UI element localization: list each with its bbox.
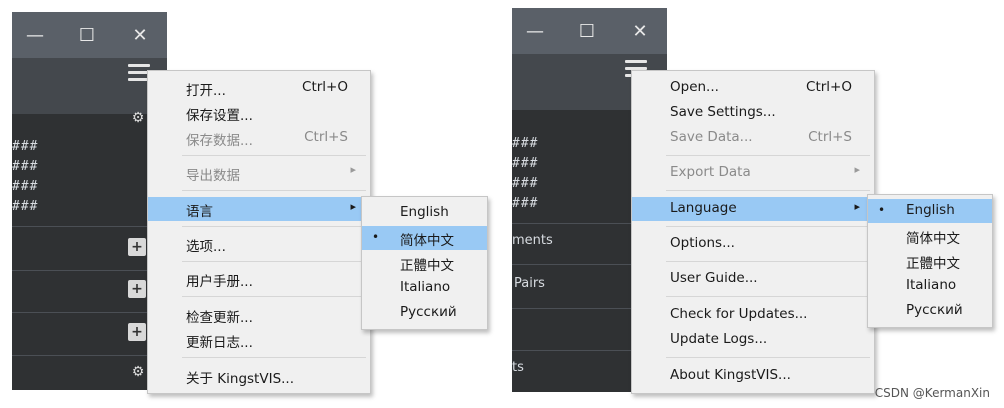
menu-item-open[interactable]: Open... Ctrl+O — [632, 77, 874, 99]
hash-line: ### — [512, 156, 539, 171]
title-bar: — ☐ ✕ — [512, 8, 667, 54]
language-option-italian[interactable]: Italiano — [868, 275, 992, 297]
submenu-arrow-icon: ▸ — [350, 163, 356, 176]
selected-bullet-icon: • — [878, 203, 886, 217]
maximize-button[interactable]: ☐ — [64, 12, 110, 58]
side-panel-label: ts — [512, 360, 524, 375]
main-menu: Open... Ctrl+O Save Settings... Save Dat… — [631, 70, 875, 394]
left-app-window: — ☐ ✕ ⚙ ### ### ### ### + + + ⚙ — [12, 12, 167, 390]
menu-item-user-guide[interactable]: User Guide... — [632, 268, 874, 290]
menu-item-options[interactable]: Options... — [632, 233, 874, 255]
divider — [12, 270, 167, 271]
menu-separator — [182, 226, 366, 227]
hash-line: ### — [12, 199, 39, 214]
channel-placeholder-text: ### ### ### ### — [12, 137, 38, 217]
close-button[interactable]: ✕ — [617, 8, 663, 54]
menu-item-user-guide[interactable]: 用户手册... — [148, 268, 370, 290]
gear-icon[interactable]: ⚙ — [130, 110, 146, 126]
submenu-arrow-icon: ▸ — [854, 200, 860, 213]
menu-separator — [182, 155, 366, 156]
minimize-button[interactable]: — — [12, 12, 58, 58]
close-button[interactable]: ✕ — [117, 12, 163, 58]
language-option-english[interactable]: English — [362, 202, 487, 224]
add-button[interactable]: + — [128, 280, 146, 298]
menu-separator — [182, 190, 366, 191]
title-bar: — ☐ ✕ — [12, 12, 167, 58]
menu-item-save-data: Save Data... Ctrl+S — [670, 129, 852, 145]
side-panel-label: Pairs — [514, 276, 545, 291]
menu-item-update-logs[interactable]: Update Logs... — [632, 329, 874, 351]
language-option-english[interactable]: • English — [868, 199, 992, 223]
channel-placeholder-text: ### ### ### ### — [512, 134, 538, 214]
add-button[interactable]: + — [128, 323, 146, 341]
submenu-arrow-icon: ▸ — [350, 200, 356, 213]
hash-line: ### — [512, 136, 539, 151]
menu-item-language[interactable]: Language ▸ — [632, 197, 874, 221]
hash-line: ### — [512, 176, 539, 191]
watermark: CSDN @KermanXin — [874, 386, 990, 400]
selected-bullet-icon: • — [372, 230, 380, 244]
language-option-simplified-chinese[interactable]: 简体中文 — [868, 225, 992, 247]
language-option-traditional-chinese[interactable]: 正體中文 — [362, 252, 487, 274]
menu-item-options[interactable]: 选项... — [148, 233, 370, 255]
menu-item-update-logs[interactable]: 更新日志... — [148, 329, 370, 351]
language-option-russian[interactable]: Русский — [362, 302, 487, 324]
divider — [12, 355, 167, 356]
language-option-italian[interactable]: Italiano — [362, 277, 487, 299]
hash-line: ### — [512, 196, 539, 211]
maximize-button[interactable]: ☐ — [564, 8, 610, 54]
menu-item-export-data: 导出数据 ▸ — [186, 163, 356, 184]
language-option-simplified-chinese[interactable]: • 简体中文 — [362, 226, 487, 250]
menu-separator — [666, 261, 870, 262]
divider — [12, 312, 167, 313]
menu-item-save-settings[interactable]: 保存设置... — [148, 102, 370, 124]
menu-separator — [666, 155, 870, 156]
menu-separator — [666, 296, 870, 297]
hash-line: ### — [12, 159, 39, 174]
menu-item-open[interactable]: 打开... Ctrl+O — [148, 77, 370, 99]
menu-separator — [666, 190, 870, 191]
side-panel-label: ments — [512, 233, 553, 248]
language-option-russian[interactable]: Русский — [868, 300, 992, 322]
menu-item-export-data: Export Data ▸ — [670, 163, 860, 180]
divider — [12, 226, 167, 227]
main-menu: 打开... Ctrl+O 保存设置... 保存数据... Ctrl+S 导出数据… — [147, 70, 371, 394]
hash-line: ### — [12, 139, 39, 154]
menu-separator — [182, 357, 366, 358]
submenu-arrow-icon: ▸ — [854, 163, 860, 176]
language-submenu: English • 简体中文 正體中文 Italiano Русский — [361, 196, 488, 330]
menu-separator — [666, 226, 870, 227]
menu-item-language[interactable]: 语言 ▸ — [148, 197, 370, 221]
hash-line: ### — [12, 179, 39, 194]
menu-item-about[interactable]: 关于 KingstVIS... — [148, 365, 370, 387]
menu-separator — [182, 261, 366, 262]
language-submenu: • English 简体中文 正體中文 Italiano Русский — [867, 194, 993, 328]
menu-item-save-data: 保存数据... Ctrl+S — [186, 129, 348, 149]
menu-item-check-updates[interactable]: 检查更新... — [148, 304, 370, 326]
menu-separator — [666, 357, 870, 358]
menu-item-check-updates[interactable]: Check for Updates... — [632, 304, 874, 326]
menu-item-about[interactable]: About KingstVIS... — [632, 365, 874, 387]
add-button[interactable]: + — [128, 238, 146, 256]
menu-item-save-settings[interactable]: Save Settings... — [632, 102, 874, 124]
minimize-button[interactable]: — — [512, 8, 558, 54]
menu-separator — [182, 296, 366, 297]
language-option-traditional-chinese[interactable]: 正體中文 — [868, 250, 992, 272]
gear-icon[interactable]: ⚙ — [130, 364, 146, 380]
